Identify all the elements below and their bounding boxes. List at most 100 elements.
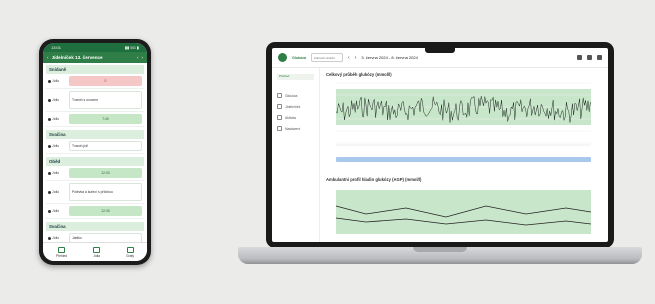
meal-row[interactable]: Jídlo Tvaroh s ovocem <box>46 89 144 112</box>
glucose-trace-chart <box>335 82 591 162</box>
meal-label: Jídlo <box>48 190 66 194</box>
phone-status-bar: 13:01 ▮▮ 5G ▮ <box>43 43 147 52</box>
sidebar-item-label: Glukóza <box>285 93 298 98</box>
meal-section: Svačina Jídlo Tvaroh jídl <box>46 130 144 154</box>
meal-label-text: Jídlo <box>52 79 60 83</box>
sidebar-item[interactable]: Nastavení <box>272 123 319 134</box>
camera-notch <box>425 48 455 53</box>
nav-icon <box>58 246 66 253</box>
meal-label-text: Jídlo <box>52 117 60 121</box>
meal-row[interactable]: Jídlo 12:30 <box>46 204 144 219</box>
meal-label: Jídlo <box>48 79 66 83</box>
prev-day-icon[interactable]: ‹ <box>137 55 139 60</box>
back-icon[interactable]: ‹ <box>47 55 49 60</box>
range-navigator <box>336 157 591 162</box>
meal-section: Svačina Jídlo Jablko <box>46 222 144 242</box>
meal-section-header: Oběd <box>46 157 144 166</box>
sidebar-item[interactable]: Jídelníček <box>272 101 319 112</box>
sidebar-item-label: Jídelníček <box>285 104 301 109</box>
meal-value[interactable]: Jablko <box>69 233 142 242</box>
meal-dot-icon <box>48 117 51 121</box>
nav-label: Přehled <box>56 253 68 258</box>
sidebar: Přehled Glukóza Jídelníček Aktivita Nastave… <box>272 68 320 242</box>
sidebar-item[interactable]: Aktivita <box>272 112 319 123</box>
download-icon[interactable] <box>597 55 602 60</box>
meal-value[interactable]: Polévka a kuřecí s přílohou <box>69 183 142 201</box>
main-content: Celkový průběh glukózy (mmol/l) Ambulant… <box>320 68 608 242</box>
sidebar-item-icon <box>277 93 282 98</box>
status-time: 13:01 <box>51 45 62 50</box>
status-indicators: ▮▮ 5G ▮ <box>124 45 139 50</box>
bottom-nav-item[interactable]: Přehled <box>56 246 68 258</box>
phone-bottom-nav: Přehled Jídla Grafy <box>43 242 147 261</box>
meal-dot-icon <box>48 236 51 240</box>
meal-label: Jídlo <box>48 144 66 148</box>
nav-label: Grafy <box>126 253 134 258</box>
meal-row[interactable]: Jídlo Tvaroh jídl <box>46 139 144 154</box>
period-select[interactable]: Zobrazit období <box>310 53 343 62</box>
profile-icon[interactable] <box>577 55 582 60</box>
meal-label-text: Jídlo <box>52 236 60 240</box>
sidebar-item[interactable]: Glukóza <box>272 90 319 101</box>
next-period-icon[interactable]: › <box>355 55 357 61</box>
meal-dot-icon <box>48 98 51 102</box>
meal-label: Jídlo <box>48 209 66 213</box>
meal-list: Snídaně Jídlo 0 Jídlo Tvaroh s ovocem Jídlo 7:… <box>43 63 147 242</box>
sidebar-item-label: Aktivita <box>285 115 296 120</box>
nav-icon <box>126 246 134 253</box>
bottom-nav-item[interactable]: Grafy <box>126 246 134 258</box>
meal-value[interactable]: 0 <box>69 76 142 86</box>
nav-label: Jídla <box>93 253 100 258</box>
meal-section: Oběd Jídlo 12:00 Jídlo Polévka a kuřecí s př… <box>46 157 144 219</box>
meal-value[interactable]: 12:00 <box>69 168 142 178</box>
sidebar-item-icon <box>277 115 282 120</box>
date-range: 3. června 2024 - 8. června 2024 <box>361 55 418 60</box>
prev-period-icon[interactable]: ‹ <box>348 55 350 61</box>
meal-dot-icon <box>48 144 51 148</box>
meal-row[interactable]: Jídlo 0 <box>46 74 144 89</box>
laptop-base <box>238 247 642 264</box>
meal-label: Jídlo <box>48 236 66 240</box>
phone-page-title: Jídelníček 13. července <box>51 55 103 60</box>
settings-icon[interactable] <box>587 55 592 60</box>
agp-chart <box>335 190 592 234</box>
bottom-nav-item[interactable]: Jídla <box>93 246 101 258</box>
meal-value[interactable]: 7:40 <box>69 114 142 124</box>
chart1-title: Celkový průběh glukózy (mmol/l) <box>326 72 392 77</box>
meal-row[interactable]: Jídlo 12:00 <box>46 166 144 181</box>
sidebar-item-icon <box>277 126 282 131</box>
meal-label-text: Jídlo <box>52 190 60 194</box>
meal-row[interactable]: Jídlo Polévka a kuřecí s přílohou <box>46 181 144 204</box>
sidebar-item-icon <box>277 104 282 109</box>
meal-value[interactable]: Tvaroh s ovocem <box>69 91 142 109</box>
phone-device: 13:01 ▮▮ 5G ▮ ‹ Jídelníček 13. července … <box>39 39 151 265</box>
meal-label-text: Jídlo <box>52 144 60 148</box>
meal-row[interactable]: Jídlo Jablko <box>46 231 144 242</box>
meal-value[interactable]: Tvaroh jídl <box>69 141 142 151</box>
meal-label: Jídlo <box>48 98 66 102</box>
app-brand: Glukóza <box>292 55 306 60</box>
phone-screen: 13:01 ▮▮ 5G ▮ ‹ Jídelníček 13. července … <box>43 43 147 261</box>
meal-dot-icon <box>48 79 51 83</box>
meal-label-text: Jídlo <box>52 98 60 102</box>
sidebar-chip[interactable]: Přehled <box>277 74 314 80</box>
app-logo-icon <box>278 53 287 62</box>
meal-dot-icon <box>48 190 51 194</box>
meal-dot-icon <box>48 171 51 175</box>
meal-label-text: Jídlo <box>52 171 60 175</box>
meal-section-header: Svačina <box>46 222 144 231</box>
laptop-screen: Glukóza Zobrazit období ‹ › 3. června 20… <box>272 48 608 242</box>
meal-section-header: Svačina <box>46 130 144 139</box>
meal-section-header: Snídaně <box>46 65 144 74</box>
nav-icon <box>93 246 101 253</box>
next-day-icon[interactable]: › <box>141 55 143 60</box>
meal-section: Snídaně Jídlo 0 Jídlo Tvaroh s ovocem Jídlo 7:… <box>46 65 144 127</box>
phone-app-bar: ‹ Jídelníček 13. července ‹ › <box>43 52 147 63</box>
meal-label: Jídlo <box>48 117 66 121</box>
meal-label-text: Jídlo <box>52 209 60 213</box>
meal-row[interactable]: Jídlo 7:40 <box>46 112 144 127</box>
sidebar-item-label: Nastavení <box>285 126 301 131</box>
meal-label: Jídlo <box>48 171 66 175</box>
laptop-groove <box>413 247 467 252</box>
meal-value[interactable]: 12:30 <box>69 206 142 216</box>
